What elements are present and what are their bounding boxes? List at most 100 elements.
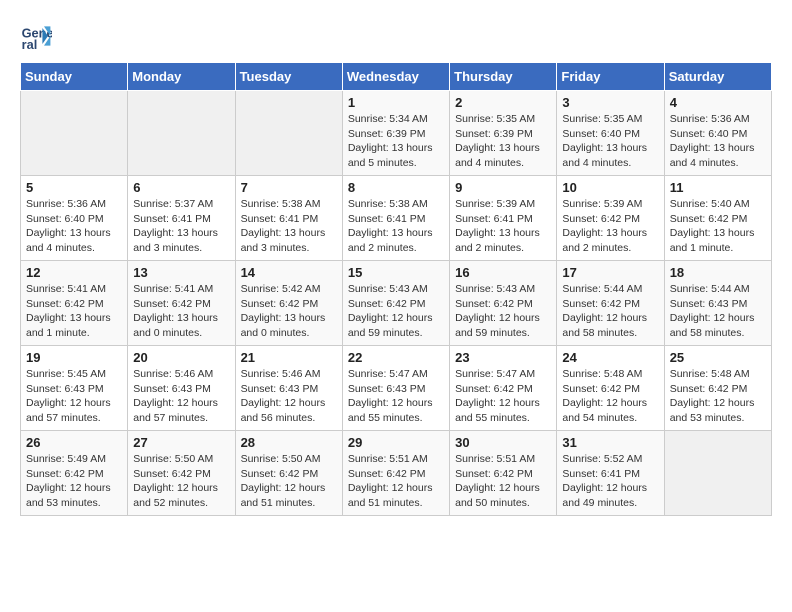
calendar-day-cell: 3 Sunrise: 5:35 AM Sunset: 6:40 PM Daylig… <box>557 91 664 176</box>
day-number: 14 <box>241 265 337 280</box>
calendar-day-cell: 8 Sunrise: 5:38 AM Sunset: 6:41 PM Daylig… <box>342 176 449 261</box>
day-info: Sunrise: 5:50 AM Sunset: 6:42 PM Dayligh… <box>241 452 337 511</box>
calendar-week-row: 5 Sunrise: 5:36 AM Sunset: 6:40 PM Daylig… <box>21 176 772 261</box>
calendar-day-cell: 2 Sunrise: 5:35 AM Sunset: 6:39 PM Daylig… <box>450 91 557 176</box>
day-info: Sunrise: 5:46 AM Sunset: 6:43 PM Dayligh… <box>133 367 229 426</box>
day-info: Sunrise: 5:43 AM Sunset: 6:42 PM Dayligh… <box>348 282 444 341</box>
day-number: 29 <box>348 435 444 450</box>
day-number: 19 <box>26 350 122 365</box>
day-info: Sunrise: 5:50 AM Sunset: 6:42 PM Dayligh… <box>133 452 229 511</box>
day-number: 15 <box>348 265 444 280</box>
day-number: 30 <box>455 435 551 450</box>
calendar-day-cell <box>235 91 342 176</box>
day-number: 7 <box>241 180 337 195</box>
day-of-week-header: Monday <box>128 63 235 91</box>
day-info: Sunrise: 5:38 AM Sunset: 6:41 PM Dayligh… <box>241 197 337 256</box>
calendar-day-cell: 17Sunrise: 5:44 AM Sunset: 6:42 PM Dayli… <box>557 261 664 346</box>
day-info: Sunrise: 5:49 AM Sunset: 6:42 PM Dayligh… <box>26 452 122 511</box>
calendar-day-cell: 31Sunrise: 5:52 AM Sunset: 6:41 PM Dayli… <box>557 431 664 516</box>
calendar-day-cell: 1 Sunrise: 5:34 AM Sunset: 6:39 PM Daylig… <box>342 91 449 176</box>
day-of-week-header: Sunday <box>21 63 128 91</box>
day-info: Sunrise: 5:38 AM Sunset: 6:41 PM Dayligh… <box>348 197 444 256</box>
calendar-day-cell: 11 Sunrise: 5:40 AM Sunset: 6:42 PM Dayli… <box>664 176 771 261</box>
day-number: 1 <box>348 95 444 110</box>
day-number: 23 <box>455 350 551 365</box>
day-info: Sunrise: 5:39 AM Sunset: 6:41 PM Dayligh… <box>455 197 551 256</box>
day-info: Sunrise: 5:41 AM Sunset: 6:42 PM Dayligh… <box>26 282 122 341</box>
calendar-week-row: 12Sunrise: 5:41 AM Sunset: 6:42 PM Dayli… <box>21 261 772 346</box>
day-info: Sunrise: 5:35 AM Sunset: 6:39 PM Dayligh… <box>455 112 551 171</box>
calendar-day-cell: 13 Sunrise: 5:41 AM Sunset: 6:42 PM Dayli… <box>128 261 235 346</box>
day-info: Sunrise: 5:46 AM Sunset: 6:43 PM Dayligh… <box>241 367 337 426</box>
day-number: 8 <box>348 180 444 195</box>
calendar-day-cell: 22Sunrise: 5:47 AM Sunset: 6:43 PM Dayli… <box>342 346 449 431</box>
day-info: Sunrise: 5:41 AM Sunset: 6:42 PM Dayligh… <box>133 282 229 341</box>
day-number: 3 <box>562 95 658 110</box>
day-info: Sunrise: 5:48 AM Sunset: 6:42 PM Dayligh… <box>670 367 766 426</box>
calendar-day-cell: 19 Sunrise: 5:45 AM Sunset: 6:43 PM Dayli… <box>21 346 128 431</box>
day-number: 18 <box>670 265 766 280</box>
day-of-week-header: Wednesday <box>342 63 449 91</box>
calendar-day-cell: 30 Sunrise: 5:51 AM Sunset: 6:42 PM Dayli… <box>450 431 557 516</box>
calendar-day-cell: 21 Sunrise: 5:46 AM Sunset: 6:43 PM Dayli… <box>235 346 342 431</box>
day-info: Sunrise: 5:52 AM Sunset: 6:41 PM Dayligh… <box>562 452 658 511</box>
day-number: 24 <box>562 350 658 365</box>
day-info: Sunrise: 5:45 AM Sunset: 6:43 PM Dayligh… <box>26 367 122 426</box>
calendar-day-cell: 10Sunrise: 5:39 AM Sunset: 6:42 PM Dayli… <box>557 176 664 261</box>
calendar-day-cell <box>21 91 128 176</box>
day-info: Sunrise: 5:43 AM Sunset: 6:42 PM Dayligh… <box>455 282 551 341</box>
day-info: Sunrise: 5:42 AM Sunset: 6:42 PM Dayligh… <box>241 282 337 341</box>
day-info: Sunrise: 5:39 AM Sunset: 6:42 PM Dayligh… <box>562 197 658 256</box>
logo: Gene ral <box>20 20 56 52</box>
calendar-day-cell: 20 Sunrise: 5:46 AM Sunset: 6:43 PM Dayli… <box>128 346 235 431</box>
day-info: Sunrise: 5:34 AM Sunset: 6:39 PM Dayligh… <box>348 112 444 171</box>
day-number: 28 <box>241 435 337 450</box>
day-info: Sunrise: 5:47 AM Sunset: 6:42 PM Dayligh… <box>455 367 551 426</box>
day-info: Sunrise: 5:44 AM Sunset: 6:43 PM Dayligh… <box>670 282 766 341</box>
day-of-week-header: Saturday <box>664 63 771 91</box>
calendar-day-cell: 6Sunrise: 5:37 AM Sunset: 6:41 PM Daylig… <box>128 176 235 261</box>
day-info: Sunrise: 5:36 AM Sunset: 6:40 PM Dayligh… <box>670 112 766 171</box>
day-of-week-header: Friday <box>557 63 664 91</box>
day-number: 21 <box>241 350 337 365</box>
day-of-week-header: Thursday <box>450 63 557 91</box>
day-number: 5 <box>26 180 122 195</box>
day-info: Sunrise: 5:37 AM Sunset: 6:41 PM Dayligh… <box>133 197 229 256</box>
calendar-table: SundayMondayTuesdayWednesdayThursdayFrid… <box>20 62 772 516</box>
day-info: Sunrise: 5:40 AM Sunset: 6:42 PM Dayligh… <box>670 197 766 256</box>
day-number: 16 <box>455 265 551 280</box>
calendar-header-row: SundayMondayTuesdayWednesdayThursdayFrid… <box>21 63 772 91</box>
day-info: Sunrise: 5:47 AM Sunset: 6:43 PM Dayligh… <box>348 367 444 426</box>
day-number: 2 <box>455 95 551 110</box>
calendar-day-cell: 26 Sunrise: 5:49 AM Sunset: 6:42 PM Dayli… <box>21 431 128 516</box>
day-number: 20 <box>133 350 229 365</box>
calendar-day-cell: 28 Sunrise: 5:50 AM Sunset: 6:42 PM Dayli… <box>235 431 342 516</box>
day-number: 13 <box>133 265 229 280</box>
calendar-day-cell: 24 Sunrise: 5:48 AM Sunset: 6:42 PM Dayli… <box>557 346 664 431</box>
calendar-week-row: 1 Sunrise: 5:34 AM Sunset: 6:39 PM Daylig… <box>21 91 772 176</box>
calendar-day-cell: 14 Sunrise: 5:42 AM Sunset: 6:42 PM Dayli… <box>235 261 342 346</box>
calendar-day-cell: 4 Sunrise: 5:36 AM Sunset: 6:40 PM Daylig… <box>664 91 771 176</box>
day-info: Sunrise: 5:51 AM Sunset: 6:42 PM Dayligh… <box>348 452 444 511</box>
logo-icon: Gene ral <box>20 20 52 52</box>
day-number: 25 <box>670 350 766 365</box>
calendar-week-row: 26 Sunrise: 5:49 AM Sunset: 6:42 PM Dayli… <box>21 431 772 516</box>
day-info: Sunrise: 5:36 AM Sunset: 6:40 PM Dayligh… <box>26 197 122 256</box>
calendar-day-cell: 29 Sunrise: 5:51 AM Sunset: 6:42 PM Dayli… <box>342 431 449 516</box>
day-number: 4 <box>670 95 766 110</box>
calendar-day-cell: 9 Sunrise: 5:39 AM Sunset: 6:41 PM Daylig… <box>450 176 557 261</box>
calendar-day-cell: 7 Sunrise: 5:38 AM Sunset: 6:41 PM Daylig… <box>235 176 342 261</box>
day-info: Sunrise: 5:48 AM Sunset: 6:42 PM Dayligh… <box>562 367 658 426</box>
day-number: 26 <box>26 435 122 450</box>
calendar-day-cell: 27 Sunrise: 5:50 AM Sunset: 6:42 PM Dayli… <box>128 431 235 516</box>
calendar-day-cell: 18 Sunrise: 5:44 AM Sunset: 6:43 PM Dayli… <box>664 261 771 346</box>
day-info: Sunrise: 5:51 AM Sunset: 6:42 PM Dayligh… <box>455 452 551 511</box>
day-info: Sunrise: 5:35 AM Sunset: 6:40 PM Dayligh… <box>562 112 658 171</box>
day-number: 11 <box>670 180 766 195</box>
calendar-day-cell: 15 Sunrise: 5:43 AM Sunset: 6:42 PM Dayli… <box>342 261 449 346</box>
page-header: Gene ral <box>20 20 772 52</box>
calendar-day-cell: 25 Sunrise: 5:48 AM Sunset: 6:42 PM Dayli… <box>664 346 771 431</box>
day-number: 27 <box>133 435 229 450</box>
day-number: 9 <box>455 180 551 195</box>
day-number: 17 <box>562 265 658 280</box>
